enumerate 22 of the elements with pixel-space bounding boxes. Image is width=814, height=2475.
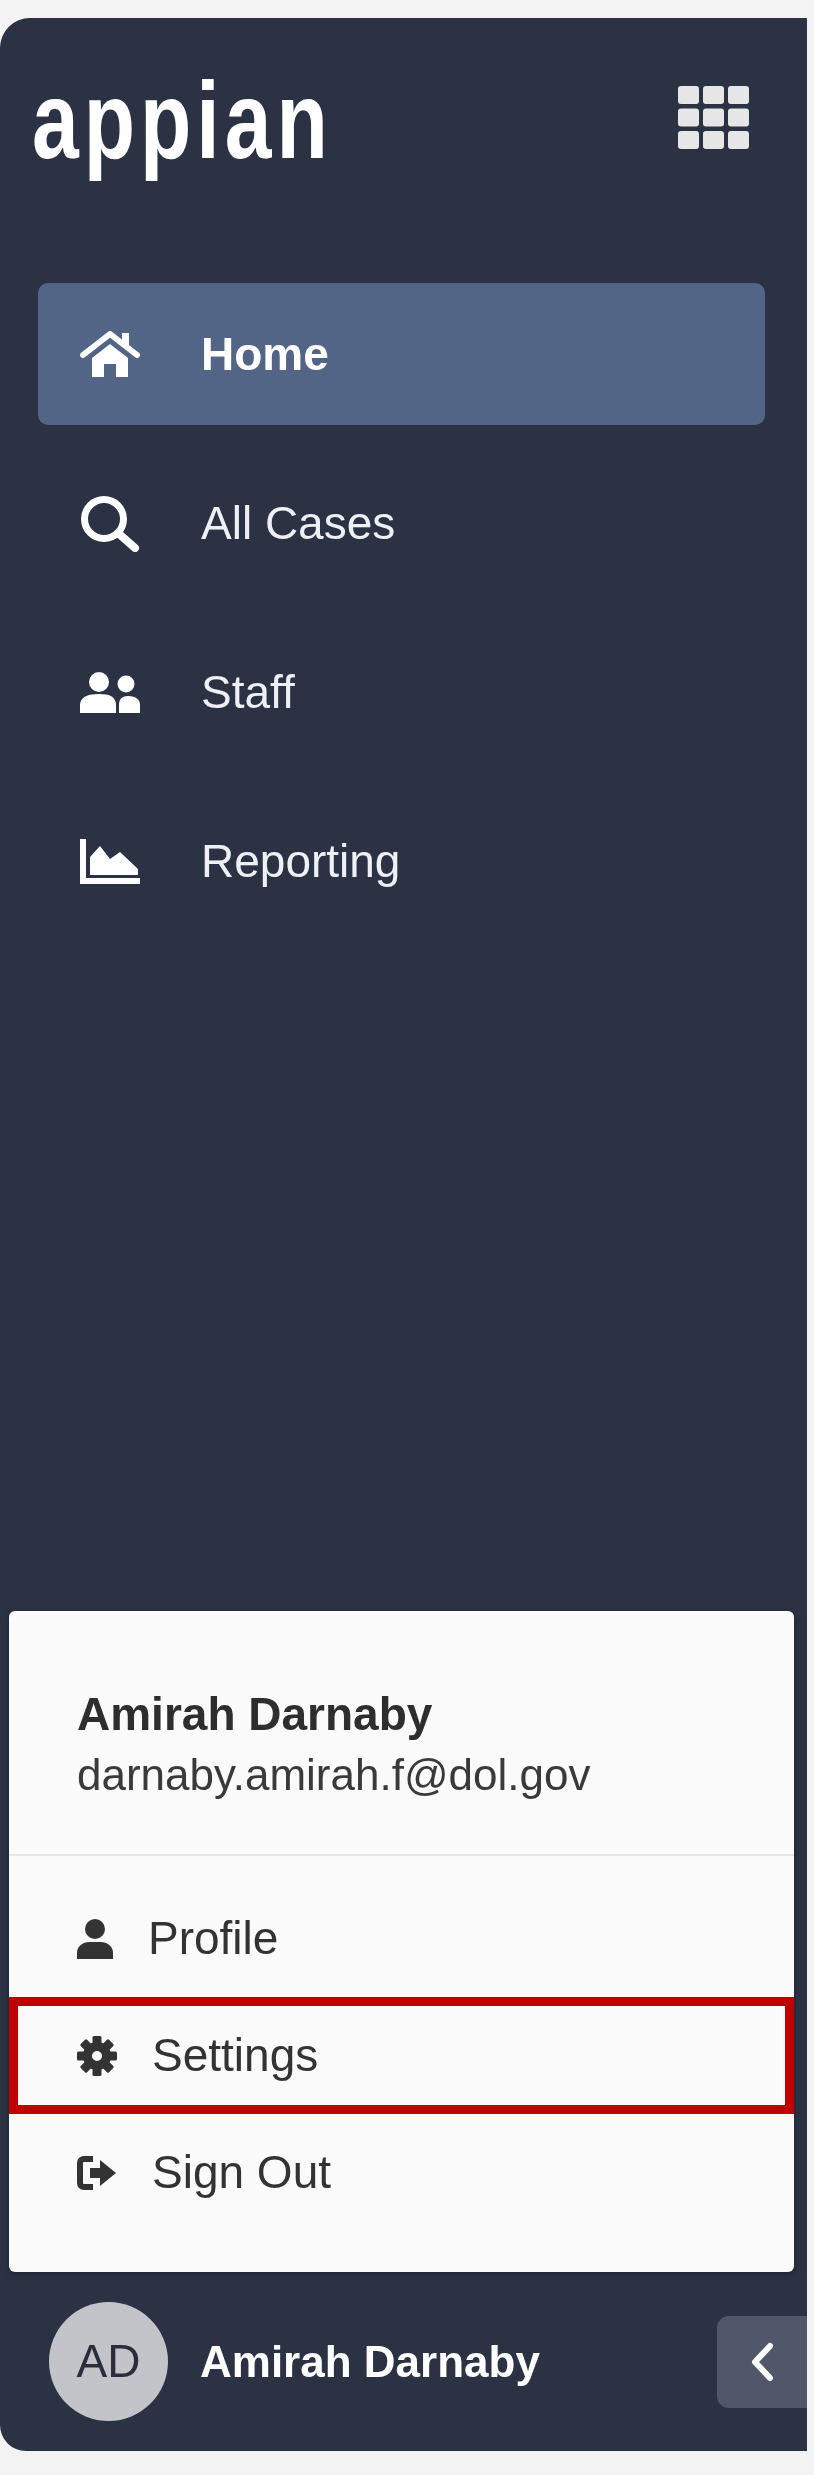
search-icon — [80, 494, 140, 552]
menu-item[interactable]: Sign Out — [9, 2114, 794, 2231]
nav-item[interactable]: Reporting — [38, 790, 765, 932]
user-name: Amirah Darnaby — [77, 1687, 433, 1742]
sign-out-icon — [77, 2155, 117, 2190]
grid-icon[interactable] — [678, 86, 749, 149]
user-email: darnaby.amirah.f@dol.gov — [77, 1749, 591, 1801]
person-icon — [77, 1918, 113, 1959]
nav-item[interactable]: All Cases — [38, 452, 765, 594]
chevron-left-icon — [749, 2341, 775, 2382]
gear-icon — [77, 2035, 117, 2076]
home-icon — [80, 331, 140, 377]
area-chart-icon — [80, 838, 140, 884]
avatar-initials: AD — [49, 2302, 168, 2421]
collapse-button[interactable] — [717, 2315, 807, 2408]
nav-item[interactable]: Staff — [38, 621, 765, 763]
user-name: Amirah Darnaby — [200, 2335, 540, 2388]
logo[interactable]: appian — [32, 60, 333, 181]
menu-item[interactable]: Profile — [9, 1880, 794, 1997]
menu-item[interactable]: Settings — [9, 1997, 794, 2114]
nav-item[interactable]: Home — [38, 283, 765, 425]
users-icon — [80, 671, 140, 713]
